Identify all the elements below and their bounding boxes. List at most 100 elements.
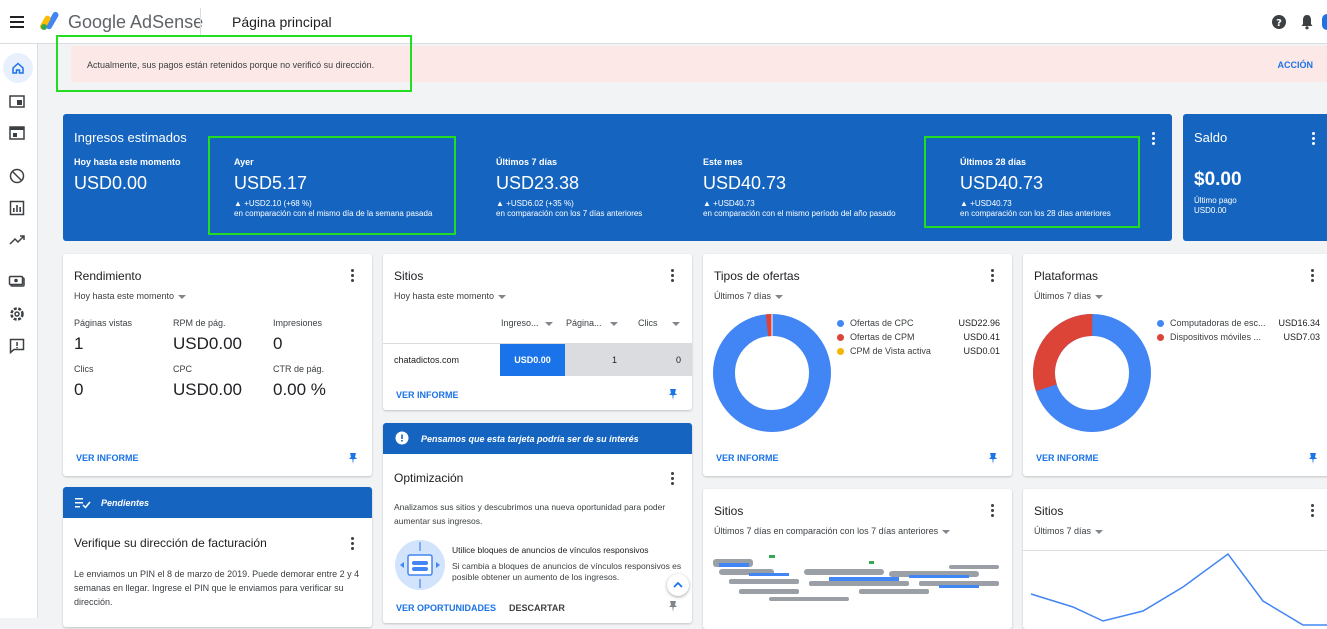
optimization-suggestion-card: Pensamos que esta tarjeta podría ser de … <box>383 423 692 623</box>
more-options-icon[interactable] <box>1311 269 1315 283</box>
suggestion-item-body: Si cambia a bloques de anuncios de víncu… <box>452 561 682 582</box>
date-range-dropdown[interactable]: Hoy hasta este momento <box>394 291 507 301</box>
pin-icon[interactable] <box>348 452 358 464</box>
stat-delta: ▲ +USD6.02 (+35 %) <box>496 199 574 208</box>
menu-icon[interactable] <box>10 16 24 28</box>
view-report-link[interactable]: VER INFORME <box>716 453 779 463</box>
legend-dot <box>1157 334 1164 342</box>
divider <box>200 8 201 36</box>
trend-line <box>1030 552 1327 626</box>
column-header-earnings[interactable]: Ingreso... <box>501 318 553 328</box>
chevron-down-icon <box>1095 294 1104 299</box>
column-header-pageviews[interactable]: Página... <box>566 318 618 328</box>
last-payment-label: Último pago <box>1194 196 1237 205</box>
date-range-dropdown[interactable]: Hoy hasta este momento <box>74 291 187 301</box>
metric-label: RPM de pág. <box>173 318 226 328</box>
metric-label: CTR de pág. <box>273 364 325 374</box>
nav-reports-icon[interactable] <box>8 199 26 217</box>
legend-label: CPM de Vista activa <box>850 346 931 356</box>
world-map-graphic <box>713 555 999 601</box>
scroll-to-top-button[interactable] <box>667 574 689 596</box>
more-options-icon[interactable] <box>991 269 995 283</box>
table-row[interactable]: chatadictos.com USD0.00 1 0 <box>383 343 692 376</box>
more-options-icon[interactable] <box>671 269 675 283</box>
view-report-link[interactable]: VER INFORME <box>396 390 459 400</box>
date-range-dropdown[interactable]: Últimos 7 días <box>1034 526 1104 536</box>
sites-map-card: Sitios Últimos 7 días en comparación con… <box>703 489 1012 629</box>
chevron-down-icon <box>498 294 507 299</box>
metric-page-rpm: RPM de pág. USD0.00 <box>173 318 242 354</box>
chevron-down-icon <box>544 321 553 326</box>
clicks-cell: 0 <box>675 355 681 365</box>
nav-optimization-icon[interactable] <box>8 231 26 249</box>
more-options-icon[interactable] <box>1311 504 1315 518</box>
nav-home-icon[interactable] <box>3 53 33 83</box>
pin-icon[interactable] <box>668 388 678 400</box>
card-title: Plataformas <box>1034 269 1099 283</box>
more-options-icon[interactable] <box>1152 132 1156 146</box>
view-opportunities-link[interactable]: VER OPORTUNIDADES <box>396 603 496 613</box>
legend-dot <box>1157 320 1164 328</box>
dropdown-value: Últimos 7 días <box>1034 526 1092 536</box>
metric-value: 0.00 % <box>273 380 326 399</box>
nav-settings-icon[interactable] <box>8 305 26 323</box>
column-header-clicks[interactable]: Clics <box>638 318 680 328</box>
nav-sites-icon[interactable] <box>8 124 26 142</box>
legend-label: Computadoras de esc... <box>1170 318 1266 328</box>
metric-clicks: Clics 0 <box>74 364 94 400</box>
pin-icon[interactable] <box>668 600 678 612</box>
dropdown-value: Hoy hasta este momento <box>394 291 495 301</box>
suggestion-item-title: Utilice bloques de anuncios de vínculos … <box>452 545 649 555</box>
legend-item: Ofertas de CPM <box>837 332 915 342</box>
metric-label: Páginas vistas <box>74 318 133 328</box>
dropdown-value: Hoy hasta este momento <box>74 291 175 301</box>
dismiss-button[interactable]: DESCARTAR <box>509 603 565 613</box>
metric-label: Clics <box>74 364 94 374</box>
notifications-bell-icon[interactable] <box>1299 14 1315 30</box>
earnings-title: Ingresos estimados <box>74 130 187 145</box>
alert-action-button[interactable]: ACCIÓN <box>1278 60 1314 70</box>
platforms-donut-chart <box>1033 314 1151 432</box>
nav-blocking-controls-icon[interactable] <box>8 167 26 185</box>
dropdown-value: Últimos 7 días en comparación con los 7 … <box>714 526 939 536</box>
offer-types-card: Tipos de ofertas Últimos 7 días Ofertas … <box>703 254 1012 476</box>
nav-payments-icon[interactable] <box>8 273 26 291</box>
legend-dot <box>837 320 844 328</box>
nav-feedback-icon[interactable] <box>8 337 26 355</box>
chevron-up-icon <box>673 581 683 588</box>
last-payment-value: USD0.00 <box>1194 206 1227 215</box>
more-options-icon[interactable] <box>351 537 355 551</box>
metric-impressions: Impresiones 0 <box>273 318 322 354</box>
column-label: Clics <box>638 318 658 328</box>
stat-comparison: en comparación con los 7 días anteriores <box>496 209 643 218</box>
view-report-link[interactable]: VER INFORME <box>76 453 139 463</box>
stat-delta: ▲ +USD40.73 <box>703 199 755 208</box>
date-range-dropdown[interactable]: Últimos 7 días <box>1034 291 1104 301</box>
pin-icon[interactable] <box>1308 452 1318 464</box>
more-options-icon[interactable] <box>671 472 675 486</box>
more-options-icon[interactable] <box>1312 132 1316 146</box>
chevron-down-icon <box>1095 529 1104 534</box>
more-options-icon[interactable] <box>351 269 355 283</box>
help-icon[interactable]: ? <box>1271 14 1287 30</box>
stat-last-7-days: Últimos 7 días USD23.38 ▲ +USD6.02 (+35 … <box>496 157 642 218</box>
metric-pageviews: Páginas vistas 1 <box>74 318 132 354</box>
more-options-icon[interactable] <box>991 504 995 518</box>
date-range-dropdown[interactable]: Últimos 7 días <box>714 291 784 301</box>
brand-name: Google AdSense <box>68 12 204 32</box>
nav-ads-icon[interactable] <box>8 93 26 111</box>
platforms-card: Plataformas Últimos 7 días Computadoras … <box>1023 254 1327 476</box>
legend-value: USD0.41 <box>963 332 1000 342</box>
pin-icon[interactable] <box>988 452 998 464</box>
view-report-link[interactable]: VER INFORME <box>1036 453 1099 463</box>
metric-label: CPC <box>173 364 193 374</box>
avatar[interactable] <box>1322 14 1327 30</box>
highlight-box <box>56 35 412 92</box>
offer-types-donut-chart <box>713 314 831 432</box>
stat-comparison: en comparación con el mismo período del … <box>703 209 896 218</box>
legend-value: USD16.34 <box>1278 318 1320 328</box>
suggestion-header: Pensamos que esta tarjeta podría ser de … <box>383 423 692 454</box>
legend-item: Ofertas de CPC <box>837 318 914 328</box>
legend-label: Dispositivos móviles ... <box>1170 332 1262 342</box>
date-range-dropdown[interactable]: Últimos 7 días en comparación con los 7 … <box>714 526 951 536</box>
